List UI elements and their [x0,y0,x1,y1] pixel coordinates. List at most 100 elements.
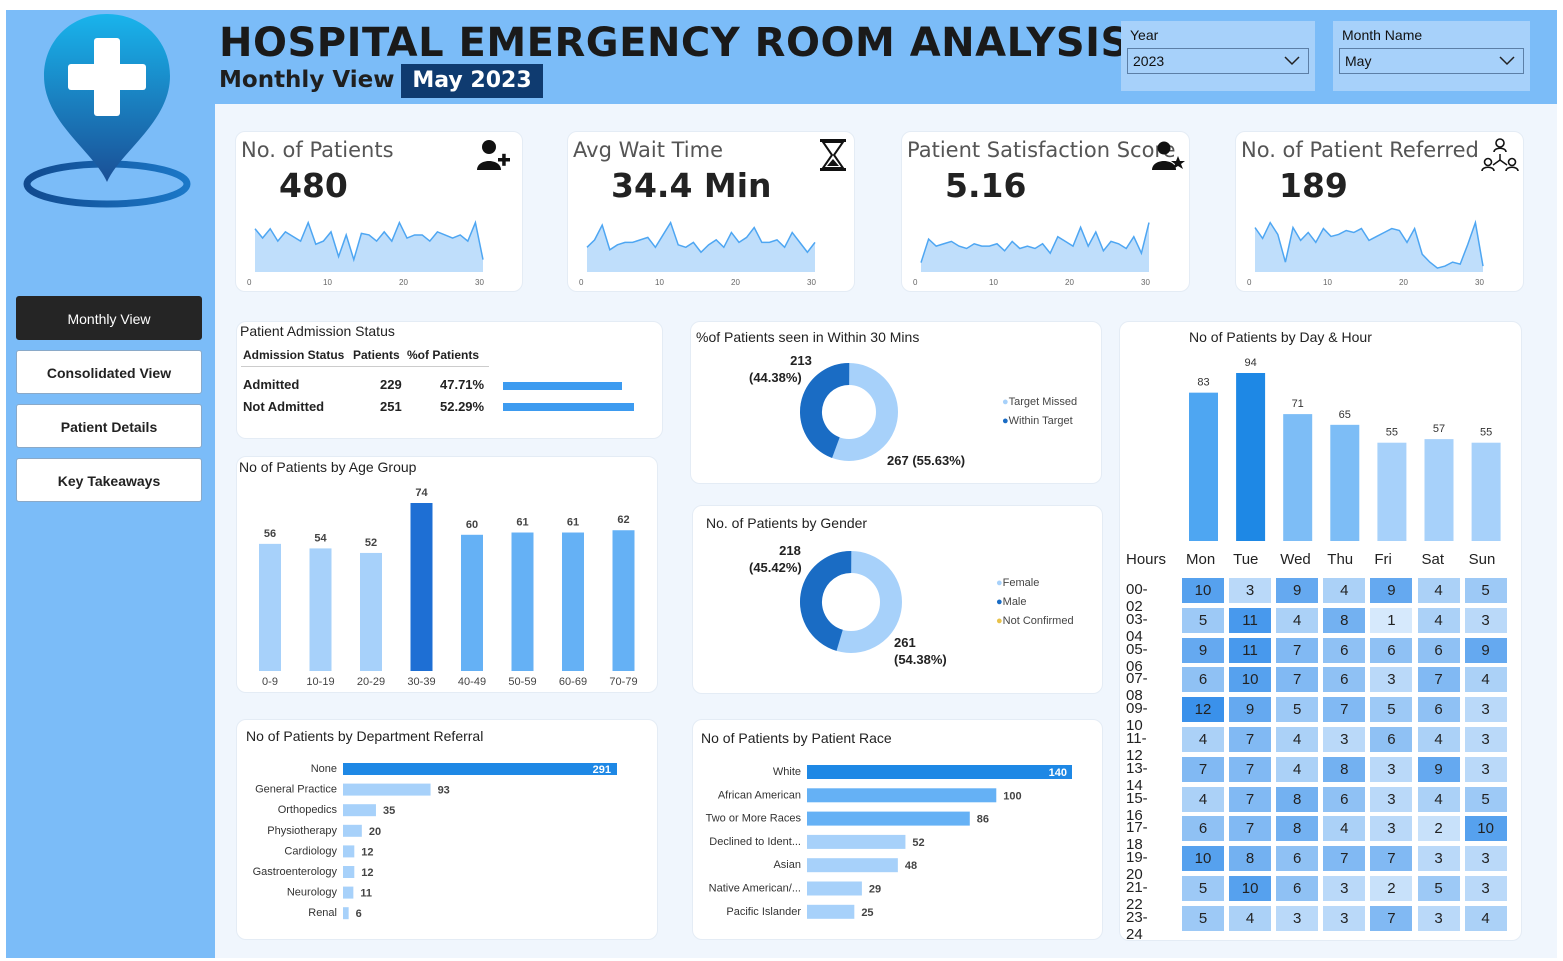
race-bar-label: 140 [1049,767,1067,779]
wait30-title: %of Patients seen in Within 30 Mins [696,329,920,345]
day-total-bar [1424,439,1454,541]
age-bar-label: 60 [466,519,478,531]
age-bar [410,503,433,671]
admission-status-title: Patient Admission Status [240,323,395,339]
gender-card: No. of Patients by Gender 218 (45.42%) 2… [692,505,1103,694]
year-filter: Year 2023 [1121,21,1315,91]
kpi-card-wait-time: Avg Wait Time 34.4 Min 0 10 20 30 [567,131,855,292]
race-bar-label: 48 [905,860,917,872]
heatmap-cell: 3 [1323,905,1366,931]
patients-sparkline: 0 10 20 30 [247,220,484,287]
heatmap-cell: 1 [1370,607,1413,633]
heatmap-cell: 4 [1323,816,1366,842]
dept-bar-label: 35 [383,805,395,817]
gender-donut [800,551,902,653]
dept-tick-label: Neurology [287,887,338,899]
heatmap-cell: 8 [1276,816,1319,842]
age-bar-label: 56 [264,528,276,540]
heatmap-cell: 4 [1417,727,1460,752]
wait30-label-small-pct: (44.38%) [749,370,802,385]
dept-bar-label: 93 [438,785,450,797]
dept-bar-label: 6 [356,908,362,920]
age-bar-label: 54 [314,532,327,544]
day-total-label: 57 [1433,423,1445,435]
gender-label-big-pct: (54.38%) [894,652,947,667]
race-bar [807,811,970,826]
sparkline-tick-label: 10 [1323,278,1332,287]
heatmap-cell: 6 [1323,637,1366,663]
heatmap-cell: 3 [1229,578,1272,603]
nav-monthly-view[interactable]: Monthly View [16,296,202,340]
admission-row-patients: 251 [380,399,402,414]
dept-bar [343,804,376,817]
year-dropdown-value: 2023 [1133,53,1165,69]
admission-row-bar [503,382,623,390]
admission-divider [241,366,489,367]
day-total-bar [1189,392,1218,541]
wait30-label-big-count: 267 [887,453,909,468]
heatmap-cell: 4 [1417,578,1460,603]
heatmap-cell: 6 [1276,876,1319,901]
gender-title: No. of Patients by Gender [706,515,868,531]
nav-patient-details[interactable]: Patient Details [16,404,202,448]
nav-consolidated-view[interactable]: Consolidated View [16,350,202,394]
admission-col-pct: %of Patients [407,348,480,362]
heatmap-cell: 6 [1182,667,1224,693]
day-label: Thu [1327,551,1354,568]
heatmap-cell: 11 [1229,637,1272,663]
satisfaction-sparkline: 0 10 20 30 [913,222,1150,287]
dept-bar [343,907,349,920]
heatmap-cell: 7 [1323,697,1366,723]
dept-tick-label: General Practice [255,784,337,796]
heatmap-cell: 7 [1229,727,1272,752]
heatmap-cell: 5 [1182,876,1224,901]
heatmap-cell: 3 [1370,816,1413,842]
heatmap-cell: 9 [1417,756,1460,782]
heatmap-cell: 3 [1464,607,1507,633]
dept-bar [343,886,354,899]
year-dropdown[interactable]: 2023 [1127,48,1309,74]
race-tick-label: Native American/... [709,883,801,895]
heatmap-cell: 5 [1417,876,1460,901]
user-star-icon [1152,141,1185,170]
heatmap-cell: 3 [1464,697,1507,723]
race-tick-label: Two or More Races [706,813,802,825]
race-bar [807,834,906,849]
heatmap-cell: 7 [1229,786,1272,812]
heatmap-cell: 5 [1182,905,1224,931]
department-referral-card: No of Patients by Department Referral No… [236,719,658,940]
age-tick-label: 10-19 [306,676,334,688]
admission-col-status: Admission Status [243,348,345,362]
heatmap-cell: 4 [1182,786,1224,812]
age-group-chart: 56 0-9 54 10-19 52 20-29 74 30-39 60 40-49 61 50-59… [259,487,638,688]
sparkline-tick-label: 20 [731,278,740,287]
legend-within-target: ●Within Target [1002,415,1073,427]
heatmap-cell: 4 [1276,756,1319,782]
heatmap-cell: 4 [1464,667,1507,693]
sparkline-tick-label: 30 [807,278,816,287]
heatmap-cell: 9 [1276,578,1319,603]
month-filter: Month Name May [1333,21,1530,91]
month-dropdown[interactable]: May [1339,48,1524,74]
heatmap-cell: 3 [1370,667,1413,693]
heatmap-cell: 3 [1464,756,1507,782]
nav-key-takeaways[interactable]: Key Takeaways [16,458,202,502]
heatmap-cell: 9 [1229,697,1272,723]
sparkline-area [921,222,1149,272]
age-bar [562,532,584,671]
age-bar-label: 52 [365,537,377,549]
heatmap-cell: 4 [1276,727,1319,752]
race-tick-label: Pacific Islander [726,906,801,918]
heatmap-cell: 5 [1464,578,1507,603]
month-dropdown-value: May [1345,53,1372,69]
age-bar [360,552,382,671]
heatmap-cell: 7 [1370,846,1413,872]
department-referral-chart: None 291 General Practice 93 Orthopedics 35 Ph… [253,763,617,920]
dept-tick-label: Orthopedics [278,804,338,816]
dept-tick-label: Renal [308,907,337,919]
sparkline-tick-label: 0 [247,278,252,287]
race-bar-label: 52 [912,837,924,849]
day-total-label: 55 [1480,427,1492,439]
kpi-card-referred: No. of Patient Referred 189 0 10 20 30 [1235,131,1524,292]
dept-bar-label: 12 [361,867,373,879]
